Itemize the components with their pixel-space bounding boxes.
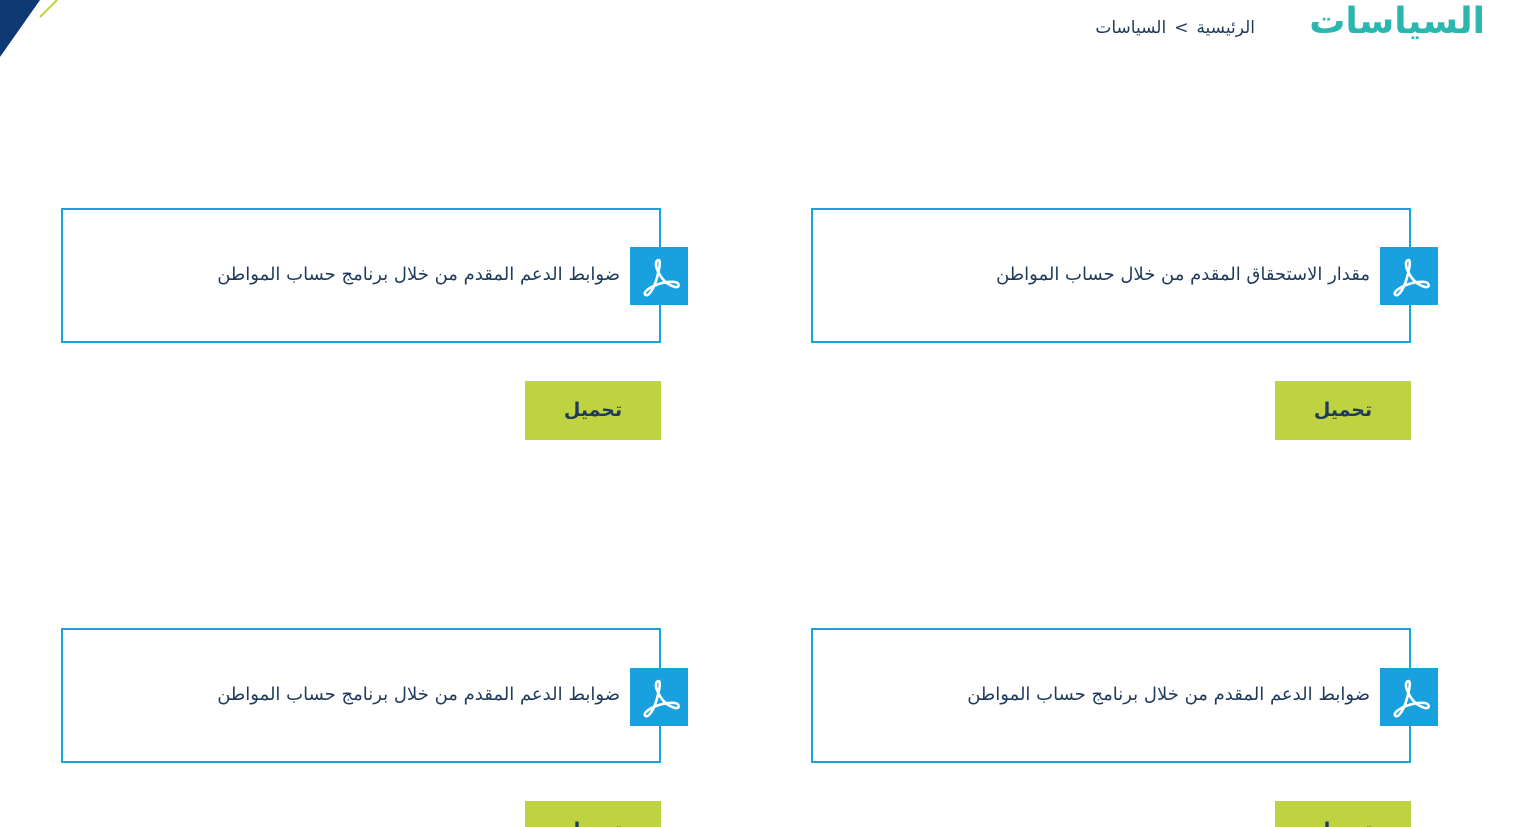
policy-card: ضوابط الدعم المقدم من خلال برنامج حساب ا… <box>811 628 1411 763</box>
pdf-icon[interactable] <box>1380 247 1438 305</box>
policy-title: ضوابط الدعم المقدم من خلال برنامج حساب ا… <box>217 684 620 705</box>
download-button[interactable]: تحميل <box>525 801 661 827</box>
policy-title: ضوابط الدعم المقدم من خلال برنامج حساب ا… <box>967 684 1370 705</box>
policy-card: مقدار الاستحقاق المقدم من خلال حساب المو… <box>811 208 1411 343</box>
download-button[interactable]: تحميل <box>1275 801 1411 827</box>
page-title: السياسات <box>1309 1 1485 42</box>
pdf-icon[interactable] <box>1380 668 1438 726</box>
breadcrumb-home-link[interactable]: الرئيسية <box>1196 18 1255 38</box>
policy-title: ضوابط الدعم المقدم من خلال برنامج حساب ا… <box>217 264 620 285</box>
breadcrumb-current: السياسات <box>1095 18 1167 38</box>
policy-card: ضوابط الدعم المقدم من خلال برنامج حساب ا… <box>61 208 661 343</box>
breadcrumb: الرئيسية > السياسات <box>1095 16 1255 40</box>
download-button[interactable]: تحميل <box>525 381 661 440</box>
download-button[interactable]: تحميل <box>1275 381 1411 440</box>
policy-card: ضوابط الدعم المقدم من خلال برنامج حساب ا… <box>61 628 661 763</box>
corner-decoration <box>0 0 58 57</box>
policy-title: مقدار الاستحقاق المقدم من خلال حساب المو… <box>996 264 1370 285</box>
breadcrumb-separator: > <box>1174 18 1189 38</box>
pdf-icon[interactable] <box>630 668 688 726</box>
pdf-icon[interactable] <box>630 247 688 305</box>
